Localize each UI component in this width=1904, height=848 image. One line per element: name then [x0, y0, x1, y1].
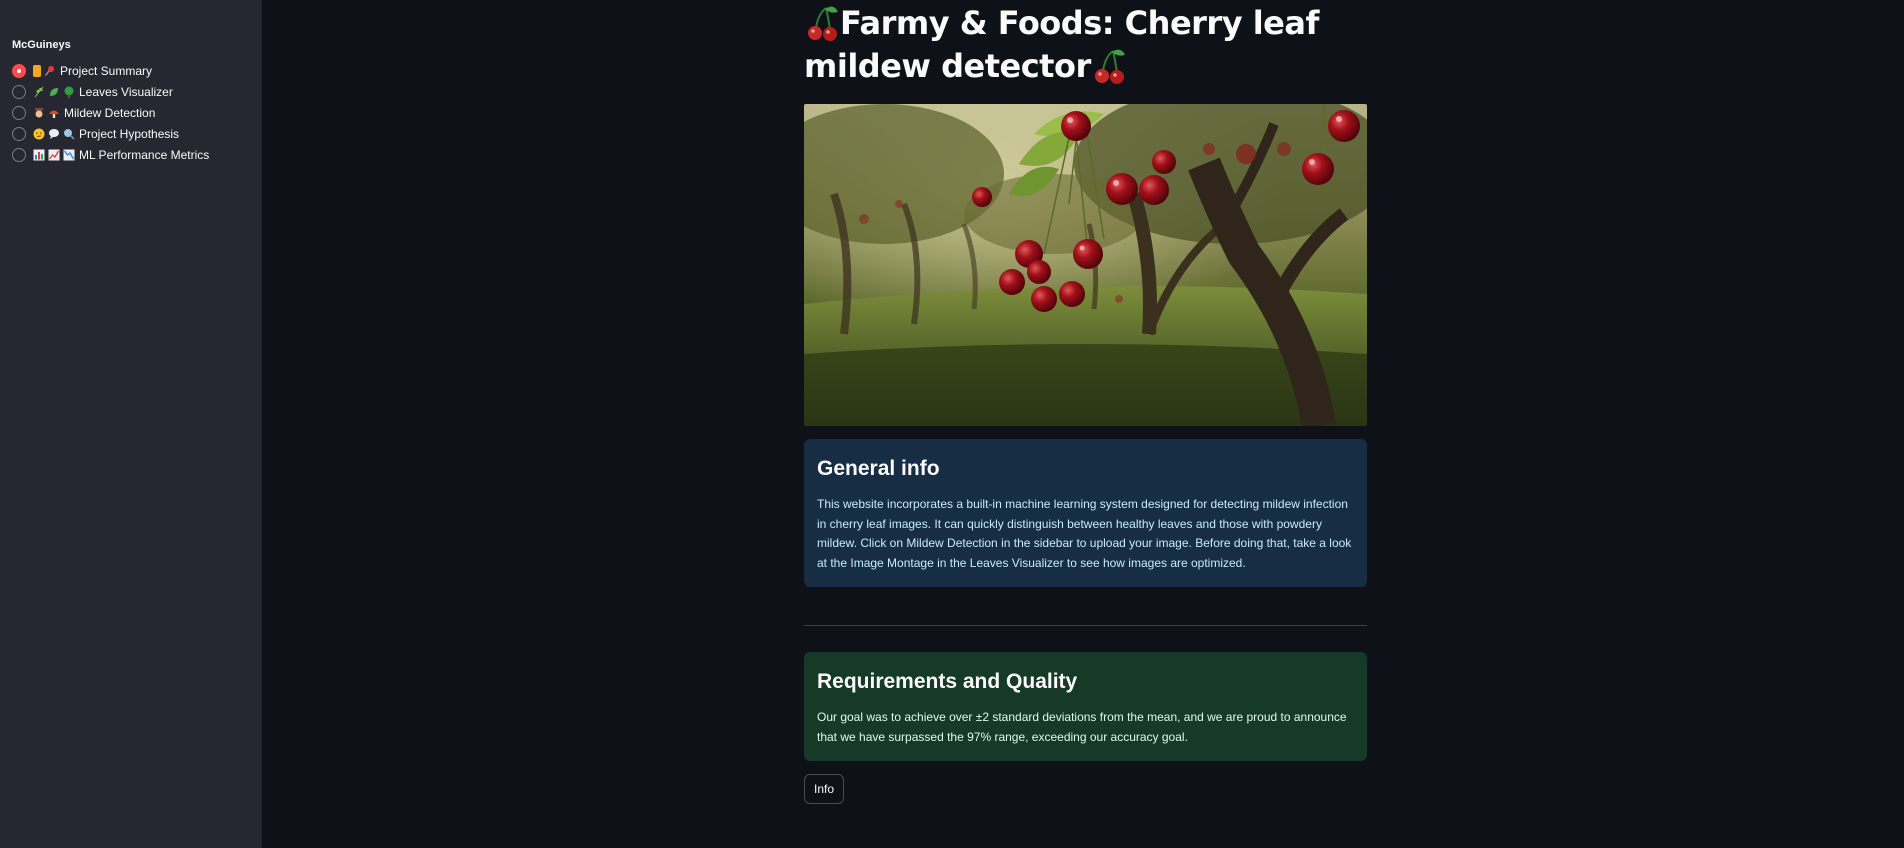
herb-icon	[34, 86, 44, 97]
sidebar-title: McGuineys	[12, 39, 71, 51]
item-icons	[33, 86, 75, 98]
radio-button[interactable]	[12, 63, 26, 78]
item-icons	[33, 107, 60, 119]
sidebar-item-label: ML Performance Metrics	[79, 147, 210, 162]
app-root: McGuineys Project Summary Leaves Visuali…	[0, 0, 1904, 848]
thinking-face-icon	[33, 128, 45, 139]
page-title-text: Farmy & Foods: Cherry leaf mildew detect…	[804, 4, 1319, 85]
sidebar-item-leaves-visualizer[interactable]: Leaves Visualizer	[12, 83, 250, 100]
cherries-icon	[808, 6, 838, 41]
mushroom-icon	[49, 110, 59, 118]
speech-bubble-icon	[49, 128, 59, 139]
requirements-box: Requirements and Quality Our goal was to…	[804, 652, 1367, 761]
chart-up-icon	[48, 149, 60, 160]
leaf-icon	[50, 87, 58, 96]
item-icons	[33, 64, 56, 77]
page-radio-group: Project Summary Leaves Visualizer Mildew…	[12, 62, 250, 163]
page-title: Farmy & Foods: Cherry leaf mildew detect…	[804, 2, 1367, 88]
main-content: Farmy & Foods: Cherry leaf mildew detect…	[804, 0, 1367, 804]
bar-chart-icon	[33, 149, 45, 160]
radio-button[interactable]	[12, 105, 26, 120]
general-info-box: General info This website incorporates a…	[804, 439, 1367, 587]
requirements-text: Our goal was to achieve over ±2 standard…	[817, 710, 1347, 744]
bookmark-icon	[33, 64, 41, 77]
pushpin-icon	[44, 65, 54, 76]
info-button[interactable]: Info	[804, 774, 845, 804]
sidebar-item-label: Mildew Detection	[64, 105, 156, 120]
radio-button[interactable]	[12, 147, 26, 162]
sidebar-item-label: Project Summary	[60, 63, 153, 78]
cherry-orchard-image	[804, 104, 1367, 426]
sidebar-item-label: Leaves Visualizer	[79, 84, 173, 99]
sidebar-item-ml-performance-metrics[interactable]: ML Performance Metrics	[12, 146, 250, 163]
sidebar-item-project-summary[interactable]: Project Summary	[12, 62, 250, 79]
sidebar: McGuineys Project Summary Leaves Visuali…	[0, 0, 262, 848]
radio-button[interactable]	[12, 126, 26, 141]
cherries-icon	[1094, 49, 1125, 84]
sidebar-item-mildew-detection[interactable]: Mildew Detection	[12, 104, 250, 121]
magnifier-icon	[64, 128, 75, 140]
radio-button[interactable]	[12, 84, 26, 99]
sidebar-item-label: Project Hypothesis	[79, 126, 180, 141]
chart-down-icon	[63, 149, 75, 160]
sidebar-item-project-hypothesis[interactable]: Project Hypothesis	[12, 125, 250, 142]
item-icons	[33, 149, 75, 161]
detective-icon	[35, 107, 43, 117]
general-info-text: This website incorporates a built-in mac…	[817, 497, 1352, 570]
item-icons	[33, 128, 75, 140]
divider	[804, 625, 1367, 626]
tree-icon	[64, 86, 74, 98]
requirements-heading: Requirements and Quality	[817, 670, 1078, 693]
general-info-heading: General info	[817, 457, 940, 480]
main-area: Farmy & Foods: Cherry leaf mildew detect…	[262, 0, 1904, 848]
